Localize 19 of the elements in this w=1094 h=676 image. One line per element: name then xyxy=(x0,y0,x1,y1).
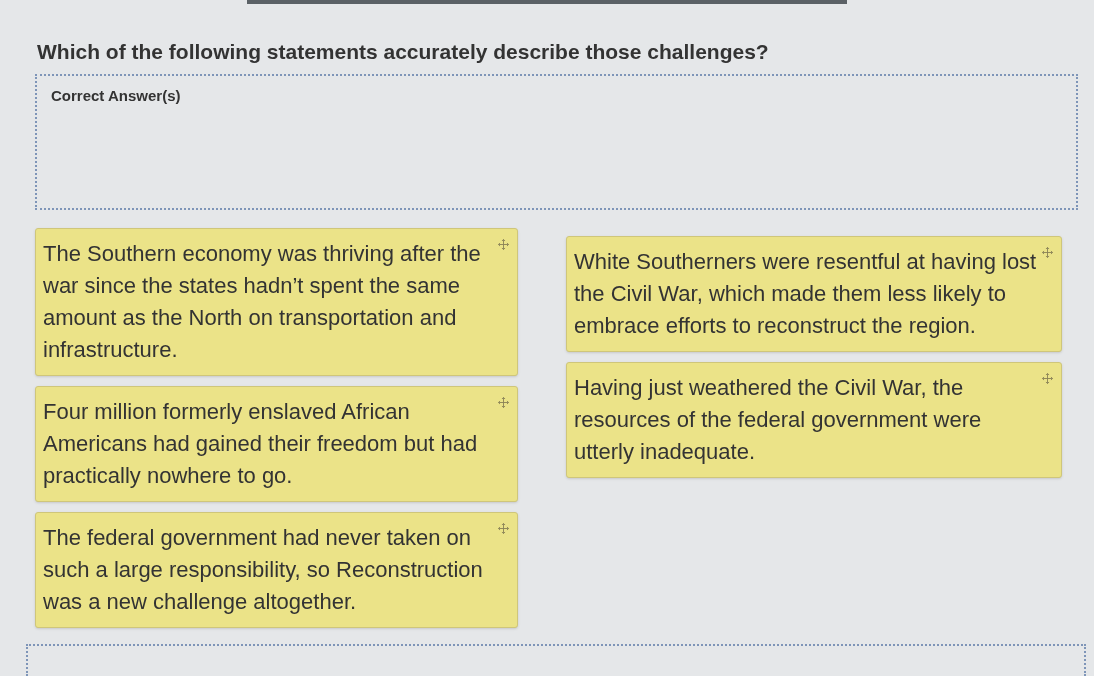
answer-option-card[interactable]: Four million formerly enslaved African Americans had gained their freedom but had practically nowhere to go. xyxy=(35,386,518,502)
answer-zone-label: Correct Answer(s) xyxy=(51,86,181,106)
move-icon[interactable] xyxy=(498,397,509,408)
answer-option-card[interactable]: White Southerners were resentful at having lost the Civil War, which made them less likely to embrace efforts to reconstruct the region. xyxy=(566,236,1062,352)
question-text: Which of the following statements accurately describe those challenges? xyxy=(37,39,769,65)
option-text: The Southern economy was thriving after the war since the states hadn’t spent the same amount as the North on transportation and infrastructure. xyxy=(43,240,482,364)
move-icon[interactable] xyxy=(498,523,509,534)
move-icon[interactable] xyxy=(1042,247,1053,258)
move-icon[interactable] xyxy=(498,239,509,250)
answer-option-card[interactable]: Having just weathered the Civil War, the resources of the federal government were utterly inadequate. xyxy=(566,362,1062,478)
option-text: Having just weathered the Civil War, the resources of the federal government were utterly inadequate. xyxy=(574,374,983,466)
answer-drop-zone[interactable]: Correct Answer(s) xyxy=(35,74,1078,210)
drop-zone[interactable] xyxy=(26,644,1086,676)
option-text: White Southerners were resentful at having lost the Civil War, which made them less likely to embrace efforts to reconstruct the region. xyxy=(574,248,1038,340)
move-icon[interactable] xyxy=(1042,373,1053,384)
option-text: The federal government had never taken on such a large responsibility, so Reconstruction was a new challenge altogether. xyxy=(43,524,484,616)
option-text: Four million formerly enslaved African Americans had gained their freedom but had practically nowhere to go. xyxy=(43,398,479,490)
answer-option-card[interactable]: The federal government had never taken on such a large responsibility, so Reconstruction was a new challenge altogether. xyxy=(35,512,518,628)
answer-option-card[interactable]: The Southern economy was thriving after the war since the states hadn’t spent the same amount as the North on transportation and infrastructure. xyxy=(35,228,518,376)
